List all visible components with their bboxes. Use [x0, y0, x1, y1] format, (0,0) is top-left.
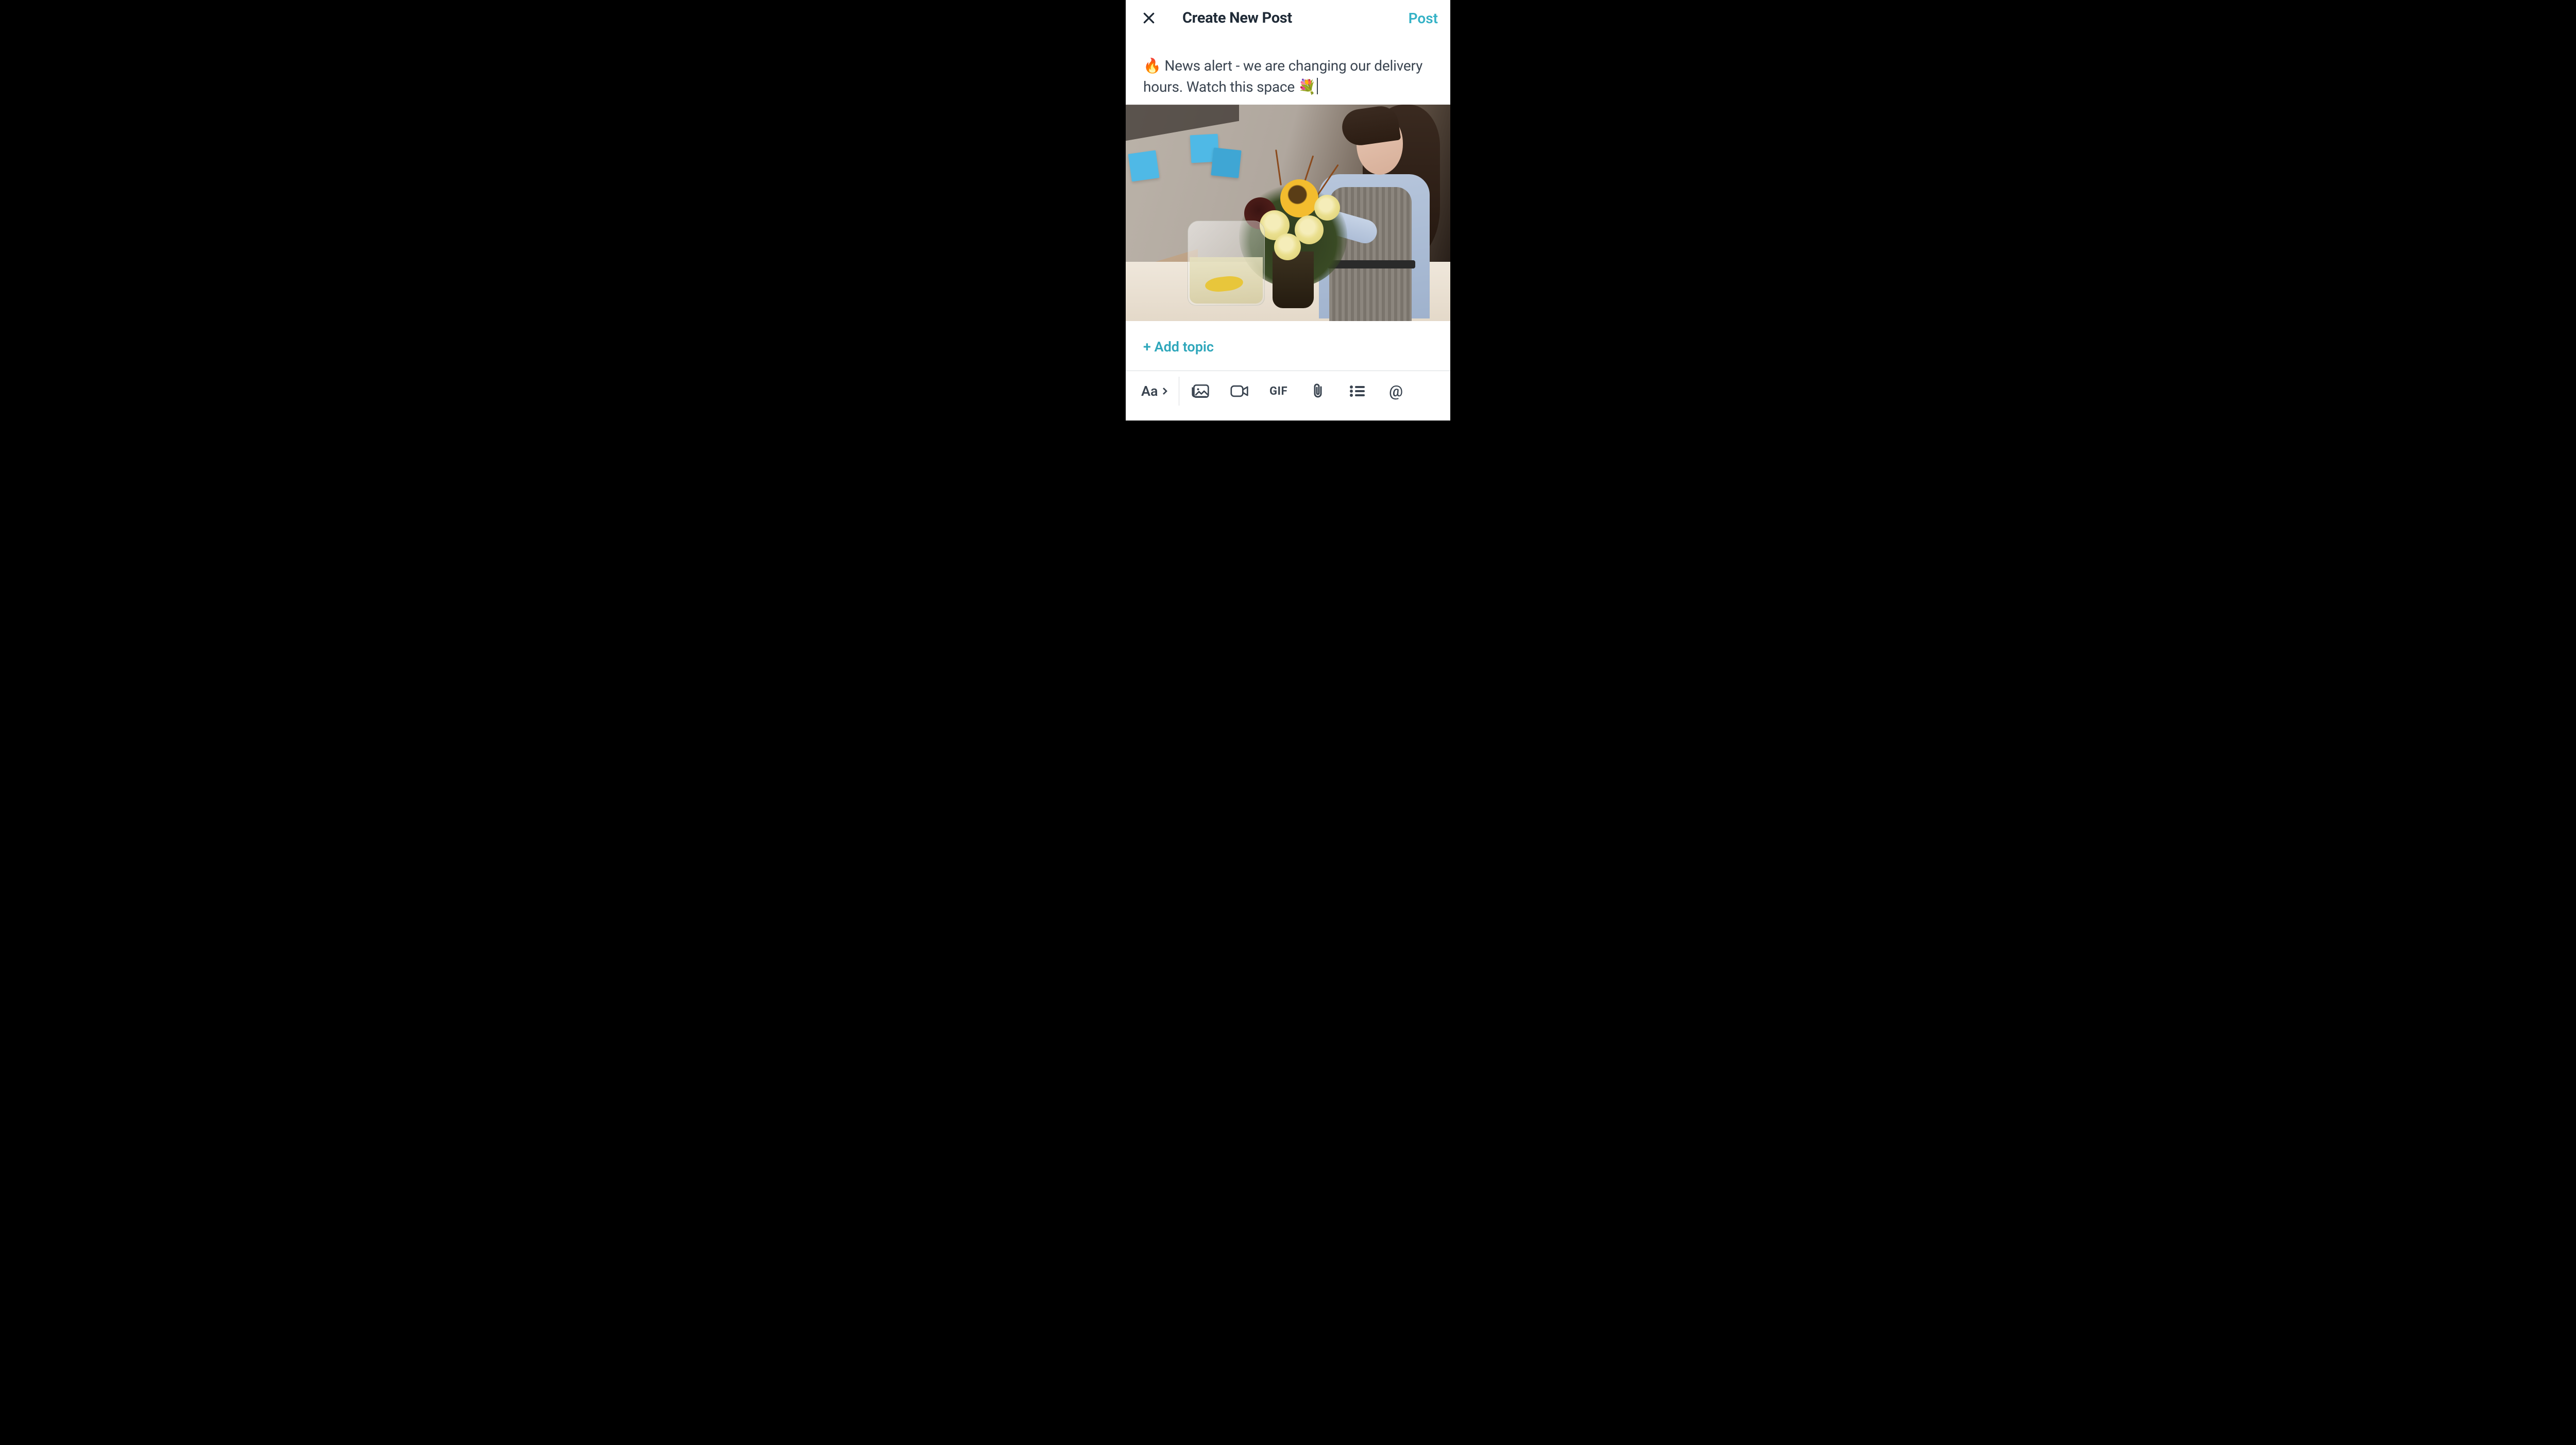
add-video-button[interactable] [1230, 383, 1249, 399]
mention-button[interactable]: @ [1386, 383, 1406, 399]
attached-image[interactable] [1126, 105, 1450, 321]
add-list-button[interactable] [1347, 383, 1367, 399]
add-gif-button[interactable]: GIF [1269, 383, 1289, 399]
add-attachment-button[interactable] [1308, 383, 1328, 399]
list-icon [1349, 385, 1365, 397]
gif-icon: GIF [1269, 385, 1287, 398]
text-caret [1317, 78, 1318, 94]
image-icon [1191, 383, 1210, 399]
compose-toolbar: Aa GIF [1126, 371, 1450, 411]
attachment-icon [1311, 383, 1325, 399]
chevron-right-icon [1160, 388, 1167, 395]
add-topic-row: + Add topic [1126, 321, 1450, 371]
post-button[interactable]: Post [1409, 10, 1440, 27]
compose-text-area[interactable]: 🔥 News alert - we are changing our deliv… [1126, 36, 1450, 105]
text-format-label: Aa [1141, 383, 1158, 399]
add-topic-button[interactable]: + Add topic [1143, 339, 1214, 355]
video-icon [1230, 384, 1249, 398]
page-title: Create New Post [1182, 9, 1292, 27]
image-illustration [1126, 105, 1450, 321]
create-post-screen: Create New Post Post 🔥 News alert - we a… [1126, 0, 1450, 421]
compose-text-value: 🔥 News alert - we are changing our deliv… [1143, 57, 1422, 95]
header: Create New Post Post [1126, 0, 1450, 36]
close-button[interactable] [1140, 9, 1158, 27]
text-format-button[interactable]: Aa [1136, 383, 1172, 399]
close-icon [1142, 11, 1156, 25]
add-image-button[interactable] [1191, 383, 1210, 399]
mention-icon: @ [1389, 382, 1403, 400]
